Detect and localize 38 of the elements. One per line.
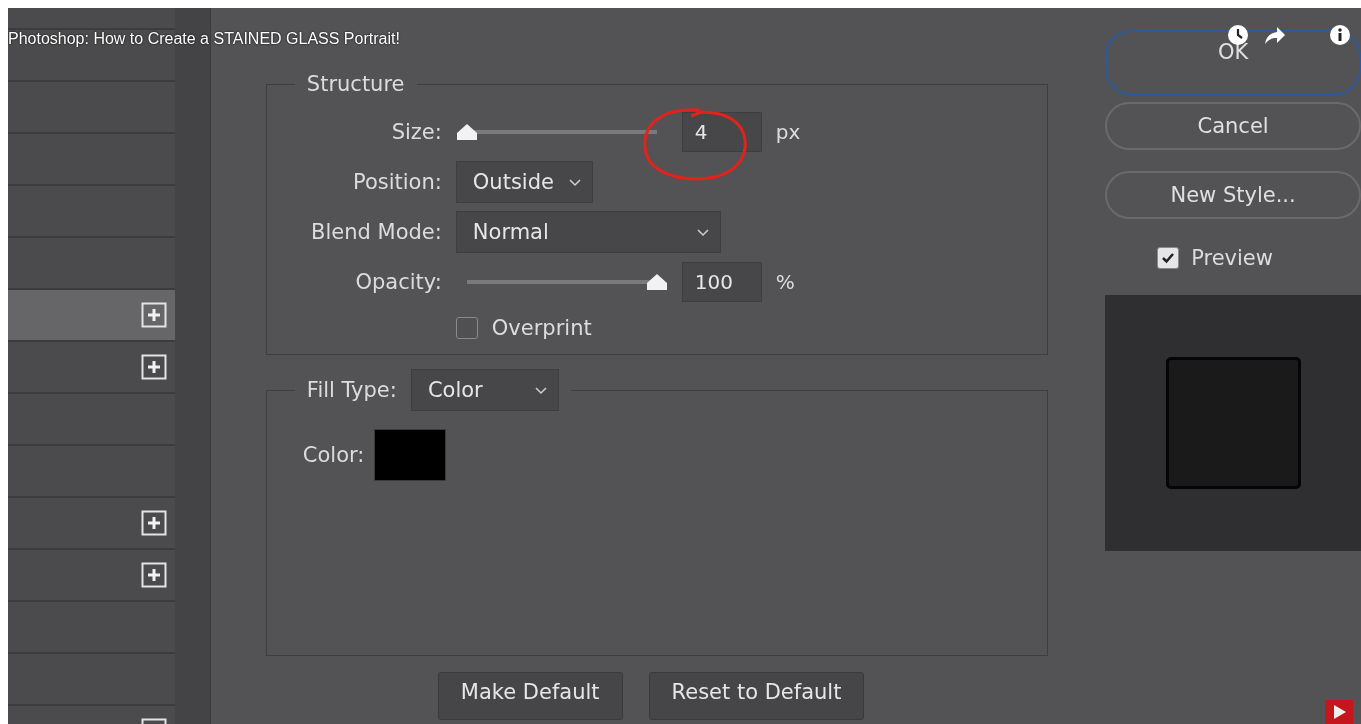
color-swatch[interactable] — [374, 429, 447, 481]
unit-label: % — [775, 270, 795, 294]
group-title: Structure — [305, 72, 406, 96]
plus-icon[interactable] — [140, 510, 167, 536]
plus-icon[interactable] — [140, 354, 167, 380]
blend-mode-dropdown[interactable]: Normal — [455, 211, 721, 253]
caret-icon — [533, 385, 548, 395]
dialog-button[interactable]: Cancel — [1105, 102, 1361, 150]
field-label: Size: — [391, 120, 442, 144]
plus-icon[interactable] — [140, 302, 167, 328]
opacity-input[interactable]: 100 — [681, 262, 762, 302]
caret-icon — [567, 177, 582, 187]
check-icon — [1161, 252, 1176, 264]
fill-type-dropdown[interactable]: Color — [410, 369, 559, 411]
preview-checkbox[interactable] — [1157, 247, 1180, 269]
unit-label: px — [775, 120, 801, 144]
info-icon[interactable] — [1329, 24, 1351, 46]
checkbox-label: Preview — [1191, 246, 1273, 270]
dialog-button[interactable]: Reset to Default — [648, 672, 865, 720]
size-input[interactable]: 4 — [681, 112, 762, 152]
play-logo-icon[interactable] — [1325, 700, 1353, 724]
overprint-checkbox[interactable] — [455, 317, 478, 339]
plus-icon[interactable] — [140, 562, 167, 588]
dialog-button[interactable]: New Style... — [1105, 171, 1361, 219]
dialog-button[interactable]: Make Default — [437, 672, 623, 720]
slider-thumb[interactable] — [455, 123, 478, 141]
field-label: Blend Mode: — [311, 220, 442, 244]
field-label: Fill Type: — [306, 378, 397, 402]
checkbox-label: Overprint — [491, 316, 592, 340]
slider-thumb[interactable] — [645, 273, 668, 291]
share-icon[interactable] — [1264, 24, 1286, 46]
field-label: Color: — [302, 443, 365, 467]
field-label: Position: — [353, 170, 442, 194]
position-dropdown[interactable]: Outside — [455, 161, 593, 203]
field-label: Opacity: — [355, 270, 442, 294]
caret-icon — [695, 227, 710, 237]
video-title: Photoshop: How to Create a STAINED GLASS Portrait! — [8, 30, 400, 48]
layer-style-row[interactable] — [8, 290, 175, 342]
